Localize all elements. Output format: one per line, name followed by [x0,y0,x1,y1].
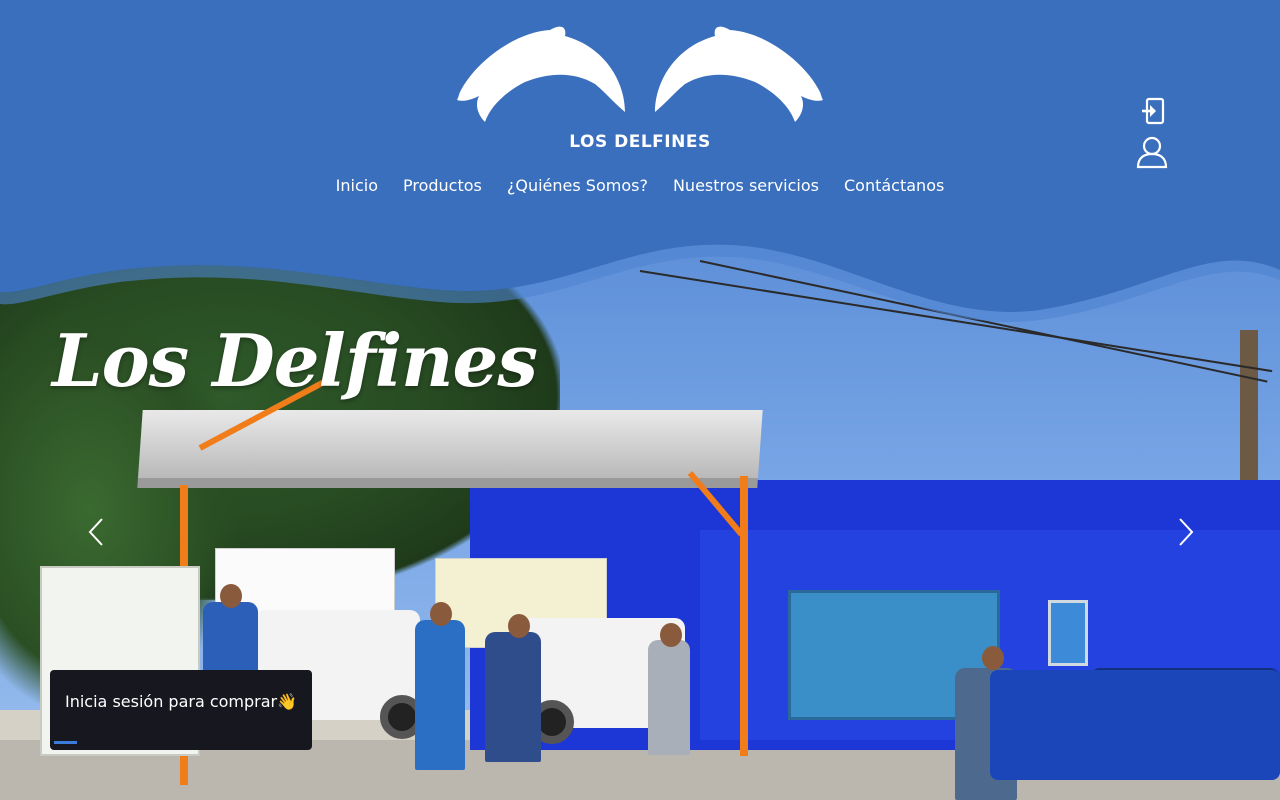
person [648,640,690,755]
brand-name: LOS DELFINES [569,132,711,152]
chevron-right-icon [1179,518,1194,546]
toast-progress-bar [54,741,77,744]
dolphin-icon [457,26,823,122]
nav-item-servicios[interactable]: Nuestros servicios [673,176,819,195]
login-button[interactable] [1140,97,1166,125]
main-nav: Inicio Productos ¿Quiénes Somos? Nuestro… [0,176,1280,195]
account-button[interactable] [1135,135,1169,169]
waving-hand-icon: 👋 [277,692,298,711]
carousel-next-button[interactable] [1170,516,1200,548]
header-wave [0,220,1280,323]
building-window [1048,600,1088,666]
person [415,620,465,770]
toast-message-text: Inicia sesión para comprar [65,692,278,711]
person-head [660,623,682,647]
login-icon [1142,97,1165,125]
login-toast[interactable]: Inicia sesión para comprar👋 [50,670,312,750]
nav-item-contacto[interactable]: Contáctanos [844,176,944,195]
carport-roof [137,410,763,488]
nav-item-productos[interactable]: Productos [403,176,482,195]
person [485,632,541,762]
user-icon [1136,136,1168,169]
chevron-left-icon [88,518,103,546]
carousel-prev-button[interactable] [82,516,112,548]
person-head [220,584,242,608]
toast-message: Inicia sesión para comprar👋 [65,692,297,711]
nav-item-quienes-somos[interactable]: ¿Quiénes Somos? [507,176,648,195]
brand-logo[interactable]: LOS DELFINES [455,22,825,157]
person-head [430,602,452,626]
nav-item-inicio[interactable]: Inicio [336,176,378,195]
support-beam [740,476,748,756]
pickup-truck [990,670,1280,780]
person-head [508,614,530,638]
person-head [982,646,1004,670]
hero-title: Los Delfines [52,318,538,403]
